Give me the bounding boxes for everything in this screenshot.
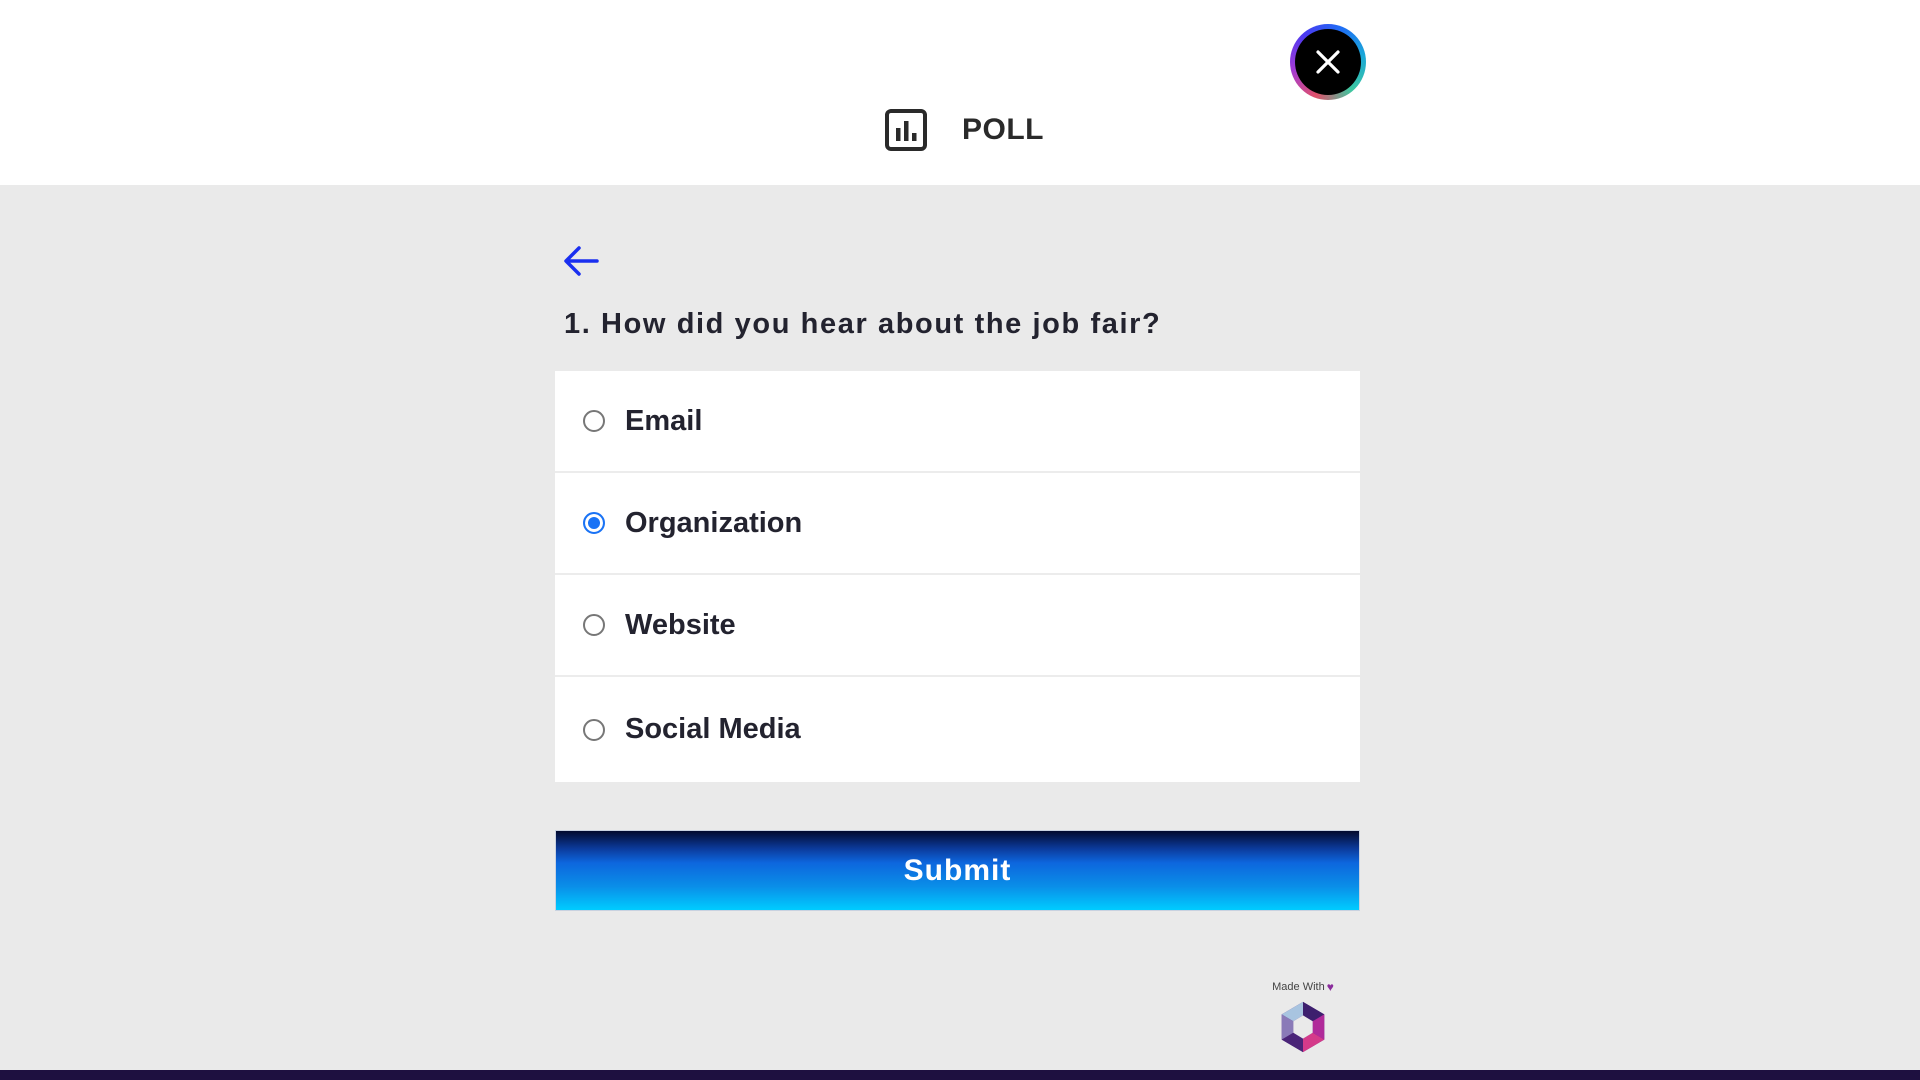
footer-bar [0,1070,1920,1080]
option-social-media[interactable]: Social Media [555,677,1360,782]
option-website[interactable]: Website [555,575,1360,677]
option-organization[interactable]: Organization [555,473,1360,575]
bar-chart-icon [885,109,927,151]
submit-button[interactable]: Submit [555,830,1360,911]
poll-label: POLL [962,113,1044,146]
made-with-text: Made With [1272,981,1325,993]
poll-question: 1. How did you hear about the job fair? [564,308,1162,340]
arrow-left-icon [564,246,599,276]
radio-button[interactable] [583,718,605,741]
option-email[interactable]: Email [555,371,1360,473]
radio-button[interactable] [583,410,605,432]
poll-title: POLL [884,106,1044,154]
option-label: Website [625,608,736,641]
radio-button[interactable] [583,614,605,636]
made-with-label: Made With ♥ [1272,980,1334,994]
close-button-inner [1295,29,1361,95]
close-button[interactable] [1290,24,1366,100]
poll-header: POLL [0,0,1920,185]
option-label: Email [625,404,703,437]
hexagon-cube-logo-icon [1281,1001,1325,1053]
radio-button-selected[interactable] [583,512,605,534]
close-icon [1316,50,1340,74]
poll-options: Email Organization Website Social Media [555,371,1360,782]
back-button[interactable] [556,236,606,286]
made-with-branding[interactable]: Made With ♥ [1258,980,1348,1056]
option-label: Organization [625,506,803,539]
option-label: Social Media [625,713,801,745]
heart-icon: ♥ [1326,980,1334,994]
